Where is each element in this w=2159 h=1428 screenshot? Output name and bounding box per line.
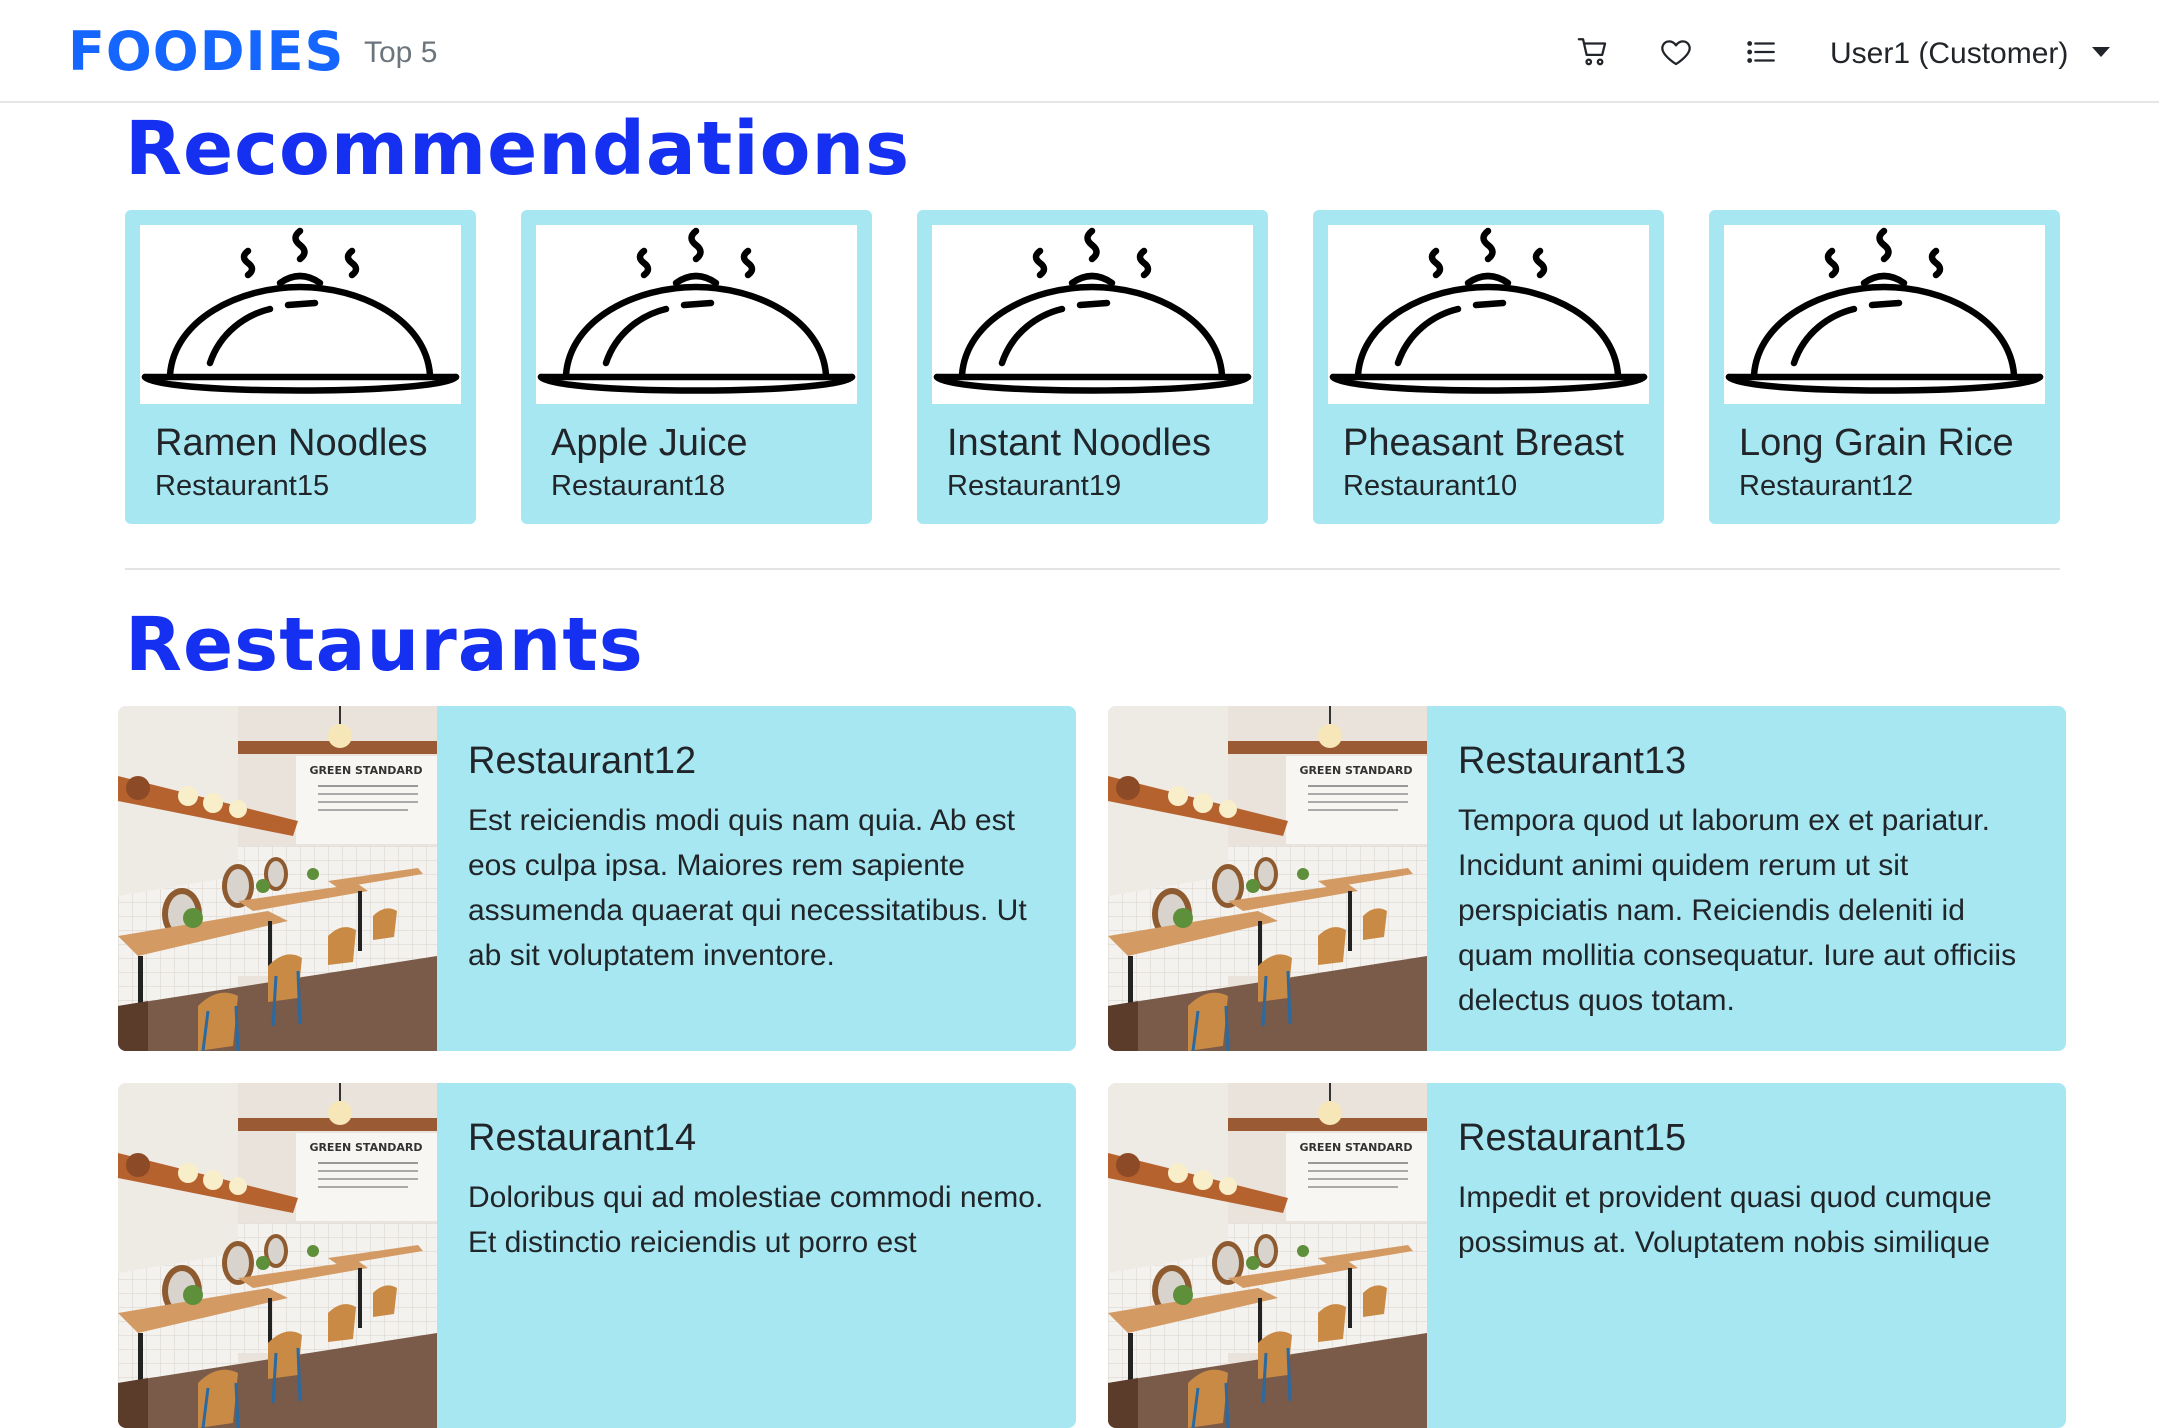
restaurant-card[interactable]: GREEN STANDARD [1108,1083,2066,1428]
restaurant-photo: GREEN STANDARD [1108,706,1427,1051]
recommendation-card[interactable]: Ramen Noodles Restaurant15 [125,210,476,524]
restaurant-photo: GREEN STANDARD [1108,1083,1427,1428]
heart-icon[interactable] [1656,32,1696,72]
svg-text:GREEN STANDARD: GREEN STANDARD [1299,764,1412,777]
restaurant-card[interactable]: GREEN STANDARD [118,1083,1076,1428]
recommendation-restaurant-name: Restaurant19 [947,470,1122,502]
restaurants-title: Restaurants [125,602,644,688]
recommendation-restaurant-name: Restaurant15 [155,470,330,502]
restaurant-photo: GREEN STANDARD [118,1083,437,1428]
recommendation-item-name: Long Grain Rice [1739,422,2014,464]
recommendation-card[interactable]: Long Grain Rice Restaurant12 [1709,210,2060,524]
recommendation-restaurant-name: Restaurant10 [1343,470,1518,502]
restaurant-card[interactable]: GREEN STANDARD [1108,706,2066,1051]
restaurant-name: Restaurant13 [1458,740,1687,782]
recommendation-card[interactable]: Pheasant Breast Restaurant10 [1313,210,1664,524]
restaurant-description: Est reiciendis modi quis nam quia. Ab es… [468,804,1027,972]
restaurant-name: Restaurant15 [1458,1117,1687,1159]
user-dropdown[interactable]: User1 (Customer) [1830,34,2111,74]
restaurant-card[interactable]: GREEN STANDARD [118,706,1076,1051]
restaurant-name: Restaurant14 [468,1117,697,1159]
restaurant-photo: GREEN STANDARD [118,706,437,1051]
recommendation-item-name: Ramen Noodles [155,422,428,464]
divider [125,568,2060,570]
recommendation-restaurant-name: Restaurant12 [1739,470,1914,502]
nav-link-top5[interactable]: Top 5 [364,33,437,73]
cart-icon[interactable] [1573,32,1613,72]
svg-text:GREEN STANDARD: GREEN STANDARD [1299,1141,1412,1154]
navbar: FOODIES Top 5 User1 (Customer) [0,0,2159,103]
recommendation-card[interactable]: Instant Noodles Restaurant19 [917,210,1268,524]
recommendation-card[interactable]: Apple Juice Restaurant18 [521,210,872,524]
food-cloche-icon [932,225,1253,404]
food-cloche-icon [1724,225,2045,404]
food-cloche-icon [536,225,857,404]
caret-down-icon [2092,47,2111,57]
food-cloche-icon [1328,225,1649,404]
recommendation-item-name: Pheasant Breast [1343,422,1624,464]
recommendations-title: Recommendations [125,106,911,192]
list-icon[interactable] [1741,32,1781,72]
food-cloche-icon [140,225,461,404]
brand-logo[interactable]: FOODIES [68,24,344,80]
restaurant-name: Restaurant12 [468,740,697,782]
recommendation-restaurant-name: Restaurant18 [551,470,726,502]
user-label: User1 (Customer) [1830,37,2069,70]
svg-text:GREEN STANDARD: GREEN STANDARD [309,1141,422,1154]
recommendation-item-name: Instant Noodles [947,422,1212,464]
recommendation-item-name: Apple Juice [551,422,748,464]
restaurant-description: Tempora quod ut laborum ex et pariatur. … [1458,804,2017,1017]
svg-text:GREEN STANDARD: GREEN STANDARD [309,764,422,777]
